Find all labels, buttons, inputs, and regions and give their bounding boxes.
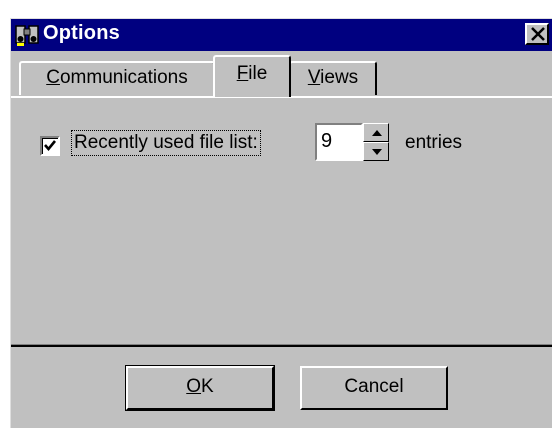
entries-spinner <box>363 123 389 161</box>
tab-file[interactable]: File <box>213 55 291 97</box>
close-button[interactable] <box>525 23 549 45</box>
file-tab-panel: Recently used file list: 9 entries <box>11 96 552 347</box>
binoculars-app-icon <box>15 23 39 47</box>
arrow-down-icon <box>372 149 382 155</box>
spin-up-button[interactable] <box>363 123 389 142</box>
spin-down-button[interactable] <box>363 142 389 161</box>
checkmark-icon <box>44 140 57 152</box>
tab-views[interactable]: Views <box>289 61 377 95</box>
title-bar[interactable]: Options <box>11 19 552 51</box>
arrow-up-icon <box>372 130 382 136</box>
tab-communications[interactable]: Communications <box>19 61 215 95</box>
entries-count-input[interactable]: 9 <box>315 123 363 161</box>
close-icon <box>531 27 545 41</box>
entries-label: entries <box>405 132 463 153</box>
recent-files-checkbox[interactable] <box>40 136 60 156</box>
options-dialog: Options Communications File Views Recent… <box>10 18 552 428</box>
window-title: Options <box>43 22 120 44</box>
recent-files-label[interactable]: Recently used file list: <box>71 130 261 156</box>
cancel-button[interactable]: Cancel <box>300 366 448 410</box>
ok-button[interactable]: OK <box>125 365 275 411</box>
